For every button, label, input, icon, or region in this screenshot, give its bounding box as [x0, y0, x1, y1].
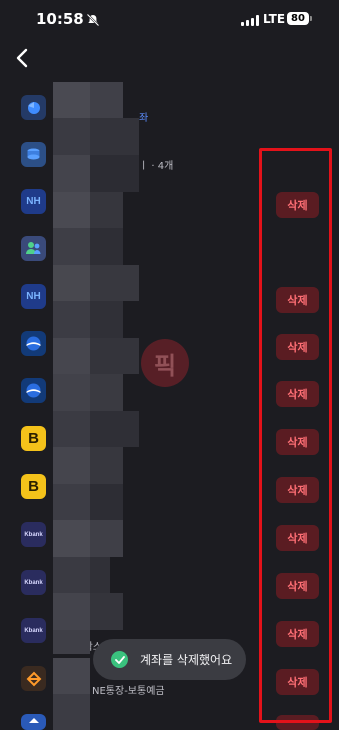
toast-message: 계좌를 삭제했어요 — [140, 653, 233, 667]
kbank-icon: Kbank — [21, 570, 46, 595]
toast-notification: 계좌를 삭제했어요 — [93, 639, 246, 680]
battery-icon: 80 — [287, 12, 309, 25]
back-button[interactable] — [12, 46, 34, 70]
people-icon — [21, 236, 46, 261]
blue-stack-icon — [21, 142, 46, 167]
network-type: LTE — [263, 12, 286, 26]
blue-orb-icon — [21, 95, 46, 120]
delete-buttons-highlight — [259, 148, 332, 723]
nh-bank-icon: NH — [21, 189, 46, 214]
status-bar: 10:58 LTE 80 — [0, 0, 339, 42]
kbank-icon: Kbank — [21, 522, 46, 547]
account-partial-text: ㅣ · 4개 — [139, 161, 174, 172]
watermark-logo: 픽 — [141, 339, 189, 387]
home-icon — [21, 714, 46, 730]
wave-icon — [21, 331, 46, 356]
account-row[interactable]: 좌 — [0, 85, 339, 132]
status-time: 10:58 — [36, 10, 84, 28]
kakao-bank-icon: B — [21, 474, 46, 499]
account-partial-text: 좌 — [139, 113, 149, 124]
kbank-icon: Kbank — [21, 618, 46, 643]
signal-icon — [241, 15, 259, 26]
bell-off-icon — [86, 13, 100, 27]
battery-tip — [310, 16, 312, 21]
nh-bank-icon: NH — [21, 284, 46, 309]
check-icon — [111, 651, 128, 668]
blurred-account-names — [53, 82, 139, 730]
wave-icon — [21, 378, 46, 403]
kakao-bank-icon: B — [21, 426, 46, 451]
orange-bank-icon — [21, 666, 46, 691]
